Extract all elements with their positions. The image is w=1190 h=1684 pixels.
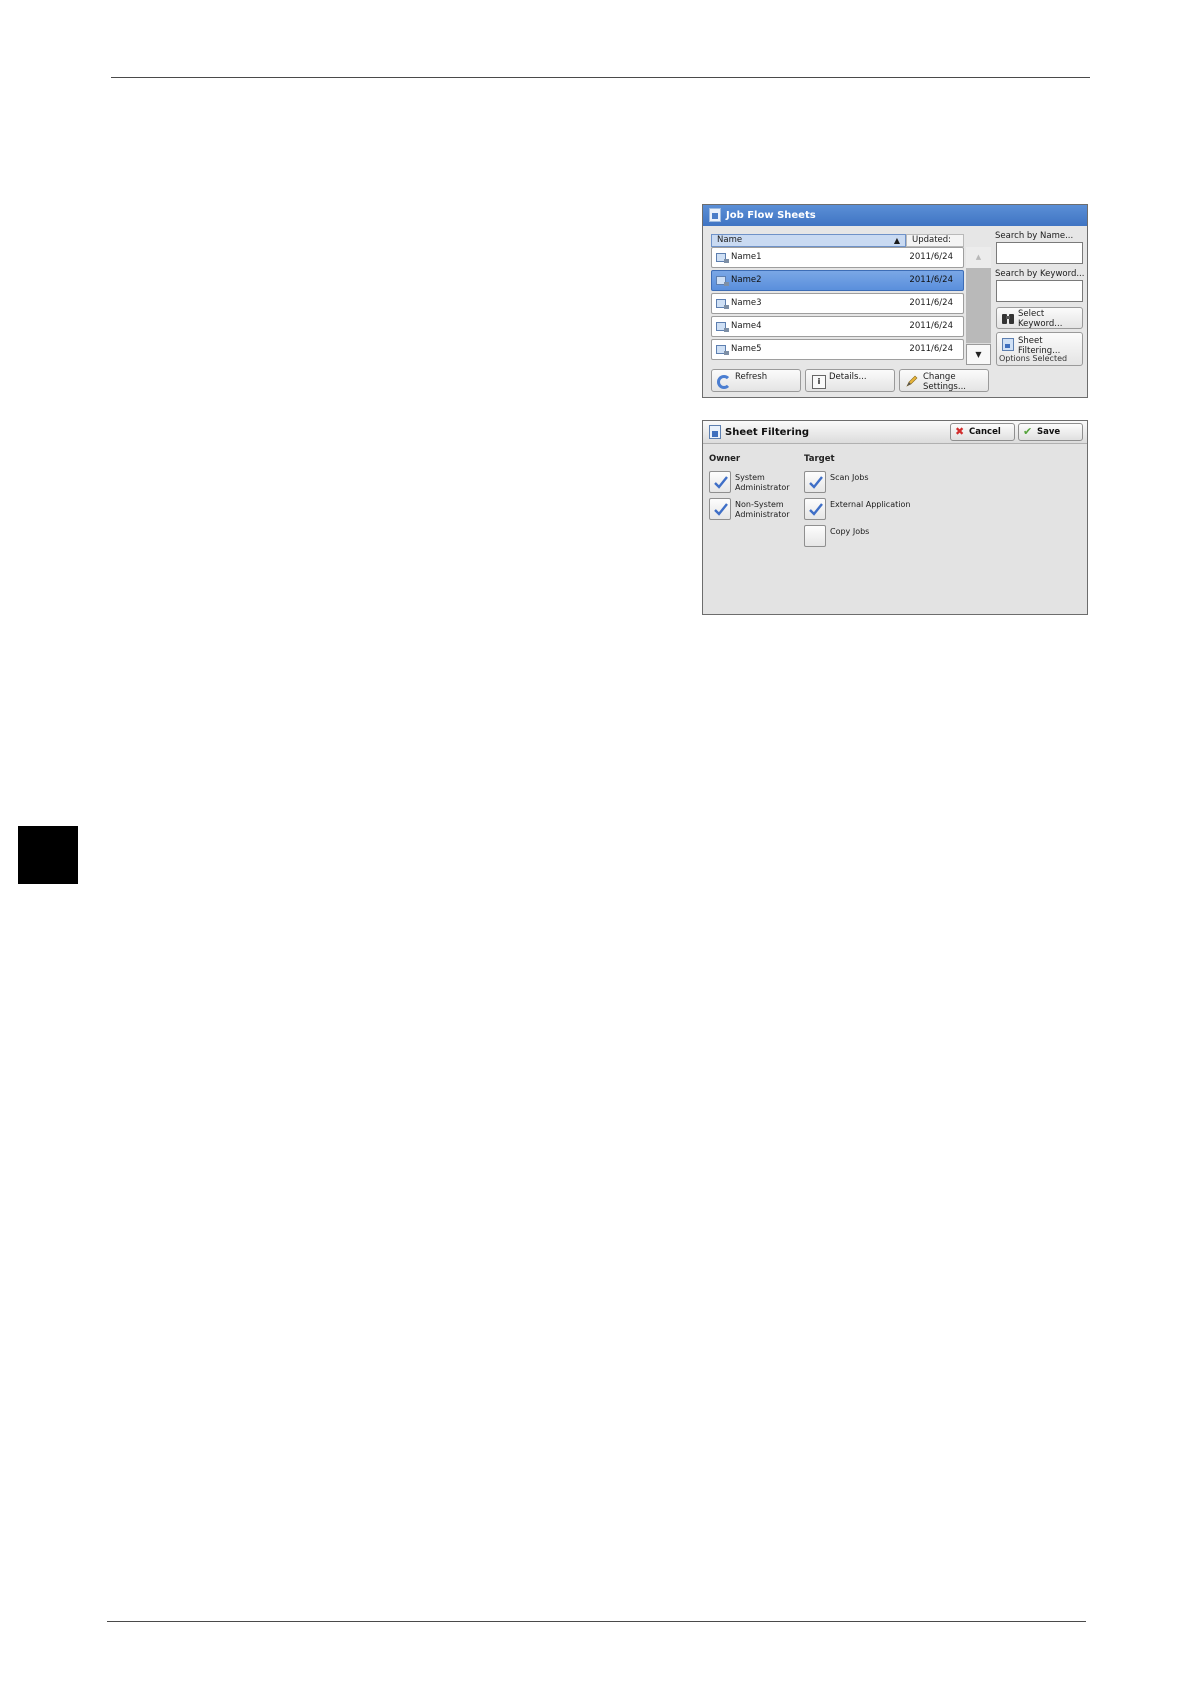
checkmark-icon — [714, 503, 728, 516]
sheet-filtering-button-face: Sheet Filtering... — [999, 335, 1080, 356]
details-label: Details... — [829, 372, 867, 382]
non-system-administrator-label: Non-System Administrator — [735, 500, 790, 519]
checkmark-icon — [809, 503, 823, 516]
list-item-name: Name3 — [731, 298, 762, 308]
list-item[interactable]: Name4 2011/6/24 — [711, 316, 964, 337]
info-icon: i — [812, 375, 826, 389]
close-icon: ✖ — [955, 425, 965, 438]
sort-ascending-icon: ▲ — [893, 236, 900, 245]
cancel-button[interactable]: ✖ Cancel — [950, 423, 1015, 441]
copy-jobs-label: Copy Jobs — [830, 527, 870, 536]
search-by-keyword-label: Search by Keyword... — [995, 269, 1085, 279]
job-flow-sheet-icon — [716, 276, 729, 286]
scrollbar-thumb[interactable] — [966, 268, 991, 343]
system-administrator-label: System Administrator — [735, 473, 790, 492]
checkmark-icon — [809, 476, 823, 489]
sheet-filtering-button[interactable]: Sheet Filtering... Options Selected — [996, 332, 1083, 366]
select-keyword-label: Select Keyword... — [1018, 309, 1063, 329]
change-settings-label: Change Settings... — [923, 372, 966, 392]
list-item-name: Name1 — [731, 252, 762, 262]
sheet-filtering-titlebar: Sheet Filtering ✖ Cancel ✔ Save — [703, 421, 1087, 444]
job-flow-sheet-icon — [716, 345, 729, 355]
scan-jobs-checkbox[interactable] — [804, 471, 826, 493]
job-flow-sheets-screen: Job Flow Sheets Name ▲ Updated: Name1 20… — [702, 204, 1088, 398]
sheet-filtering-screen: Sheet Filtering ✖ Cancel ✔ Save Owner Ta… — [702, 420, 1088, 615]
list-item[interactable]: Name1 2011/6/24 — [711, 247, 964, 268]
save-button[interactable]: ✔ Save — [1018, 423, 1083, 441]
job-flow-sheet-icon — [709, 208, 721, 222]
select-keyword-button[interactable]: Select Keyword... — [996, 307, 1083, 329]
job-flow-sheet-icon — [716, 253, 729, 263]
list-item[interactable]: Name5 2011/6/24 — [711, 339, 964, 360]
job-flow-sheets-title: Job Flow Sheets — [726, 210, 816, 221]
job-flow-sheet-icon — [716, 299, 729, 309]
sheet-filter-icon — [709, 425, 721, 439]
scroll-down-icon[interactable]: ▼ — [966, 344, 991, 365]
list-item-date: 2011/6/24 — [909, 298, 953, 308]
search-by-keyword-input[interactable] — [996, 280, 1083, 302]
copy-jobs-checkbox[interactable] — [804, 525, 826, 547]
refresh-button[interactable]: Refresh — [711, 369, 801, 392]
sheet-filtering-title: Sheet Filtering — [725, 427, 810, 438]
sheet-filtering-label: Sheet Filtering... — [1018, 336, 1061, 356]
scroll-up-icon[interactable]: ▲ — [966, 247, 991, 268]
system-administrator-checkbox[interactable] — [709, 471, 731, 493]
non-system-administrator-checkbox[interactable] — [709, 498, 731, 520]
header-rule — [111, 77, 1090, 78]
external-application-checkbox[interactable] — [804, 498, 826, 520]
checkmark-icon: ✔ — [1023, 425, 1033, 438]
save-label: Save — [1037, 427, 1061, 437]
column-header-name-label: Name — [717, 235, 743, 245]
chapter-tab — [18, 826, 78, 884]
sheet-filter-icon — [1002, 338, 1014, 351]
cancel-label: Cancel — [969, 427, 1001, 437]
external-application-label: External Application — [830, 500, 911, 509]
checkmark-icon — [714, 476, 728, 489]
scan-jobs-label: Scan Jobs — [830, 473, 869, 482]
list-item-name: Name4 — [731, 321, 762, 331]
list-item[interactable]: Name2 2011/6/24 — [711, 270, 964, 291]
list-item-date: 2011/6/24 — [909, 275, 953, 285]
list-item-date: 2011/6/24 — [909, 252, 953, 262]
search-by-name-label: Search by Name... — [995, 231, 1074, 241]
refresh-icon — [717, 375, 731, 389]
list-item-date: 2011/6/24 — [909, 344, 953, 354]
owner-group-label: Owner — [709, 454, 741, 464]
job-flow-sheet-icon — [716, 322, 729, 332]
binoculars-icon — [1002, 314, 1014, 324]
job-flow-sheets-titlebar: Job Flow Sheets — [703, 205, 1087, 226]
change-settings-button[interactable]: Change Settings... — [899, 369, 989, 392]
search-by-name-input[interactable] — [996, 242, 1083, 264]
pencil-icon — [906, 375, 918, 387]
column-header-updated[interactable]: Updated: — [906, 234, 964, 247]
list-item[interactable]: Name3 2011/6/24 — [711, 293, 964, 314]
details-button[interactable]: i Details... — [805, 369, 895, 392]
list-item-name: Name2 — [731, 275, 762, 285]
target-group-label: Target — [804, 454, 835, 464]
column-header-name[interactable]: Name ▲ — [711, 234, 906, 247]
column-header-updated-label: Updated: — [912, 235, 952, 245]
sheet-filtering-status: Options Selected — [999, 354, 1068, 363]
list-item-date: 2011/6/24 — [909, 321, 953, 331]
footer-rule — [107, 1621, 1086, 1622]
refresh-label: Refresh — [735, 372, 768, 382]
list-item-name: Name5 — [731, 344, 762, 354]
